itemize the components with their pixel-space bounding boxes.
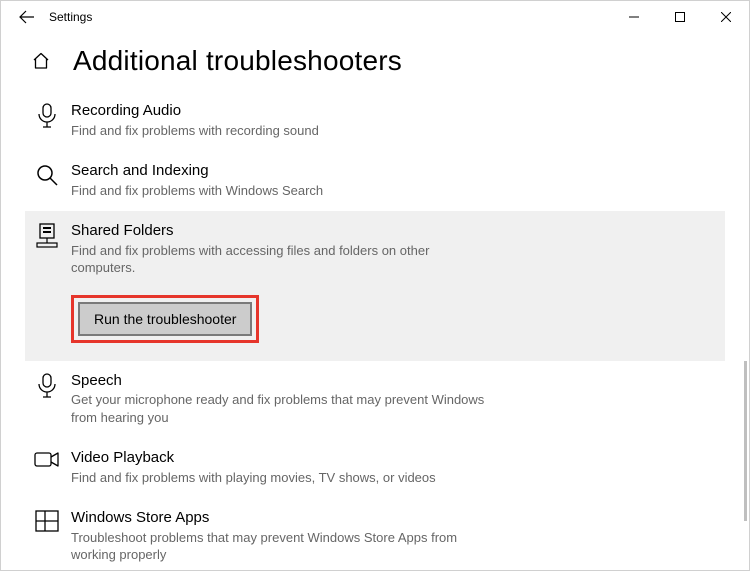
- item-desc: Find and fix problems with accessing fil…: [71, 242, 491, 277]
- item-video-playback[interactable]: Video Playback Find and fix problems wit…: [25, 438, 725, 498]
- back-button[interactable]: [9, 1, 45, 33]
- item-desc: Find and fix problems with Windows Searc…: [71, 182, 491, 200]
- item-speech[interactable]: Speech Get your microphone ready and fix…: [25, 361, 725, 439]
- window-controls: [611, 1, 749, 33]
- network-folder-icon: [36, 223, 58, 249]
- item-title: Search and Indexing: [71, 161, 491, 181]
- search-icon: [35, 163, 59, 187]
- minimize-button[interactable]: [611, 1, 657, 33]
- item-desc: Get your microphone ready and fix proble…: [71, 391, 491, 426]
- close-icon: [721, 12, 731, 22]
- home-icon: [32, 52, 50, 70]
- scrollbar[interactable]: [744, 361, 747, 521]
- item-recording-audio[interactable]: Recording Audio Find and fix problems wi…: [25, 91, 725, 151]
- back-arrow-icon: [19, 9, 35, 25]
- item-search-indexing[interactable]: Search and Indexing Find and fix problem…: [25, 151, 725, 211]
- item-shared-folders[interactable]: Shared Folders Find and fix problems wit…: [25, 211, 725, 361]
- titlebar: Settings: [1, 1, 749, 33]
- item-desc: Find and fix problems with recording sou…: [71, 122, 491, 140]
- item-title: Video Playback: [71, 448, 491, 468]
- page-header: Additional troubleshooters: [1, 33, 749, 91]
- item-title: Windows Store Apps: [71, 508, 491, 528]
- troubleshooter-list: Recording Audio Find and fix problems wi…: [1, 91, 749, 570]
- maximize-button[interactable]: [657, 1, 703, 33]
- video-camera-icon: [34, 450, 60, 470]
- apps-grid-icon: [35, 510, 59, 532]
- page-title: Additional troubleshooters: [73, 45, 402, 77]
- maximize-icon: [675, 12, 685, 22]
- item-windows-store-apps[interactable]: Windows Store Apps Troubleshoot problems…: [25, 498, 725, 570]
- item-title: Recording Audio: [71, 101, 491, 121]
- run-row: Run the troubleshooter: [71, 295, 491, 343]
- item-desc: Troubleshoot problems that may prevent W…: [71, 529, 491, 564]
- home-button[interactable]: [31, 51, 51, 71]
- highlight-box: Run the troubleshooter: [71, 295, 259, 343]
- item-title: Shared Folders: [71, 221, 491, 241]
- item-title: Speech: [71, 371, 491, 391]
- microphone-icon: [36, 103, 58, 129]
- run-troubleshooter-button[interactable]: Run the troubleshooter: [78, 302, 252, 336]
- minimize-icon: [629, 12, 639, 22]
- window-title: Settings: [49, 10, 92, 24]
- close-button[interactable]: [703, 1, 749, 33]
- item-desc: Find and fix problems with playing movie…: [71, 469, 491, 487]
- microphone-icon: [36, 373, 58, 399]
